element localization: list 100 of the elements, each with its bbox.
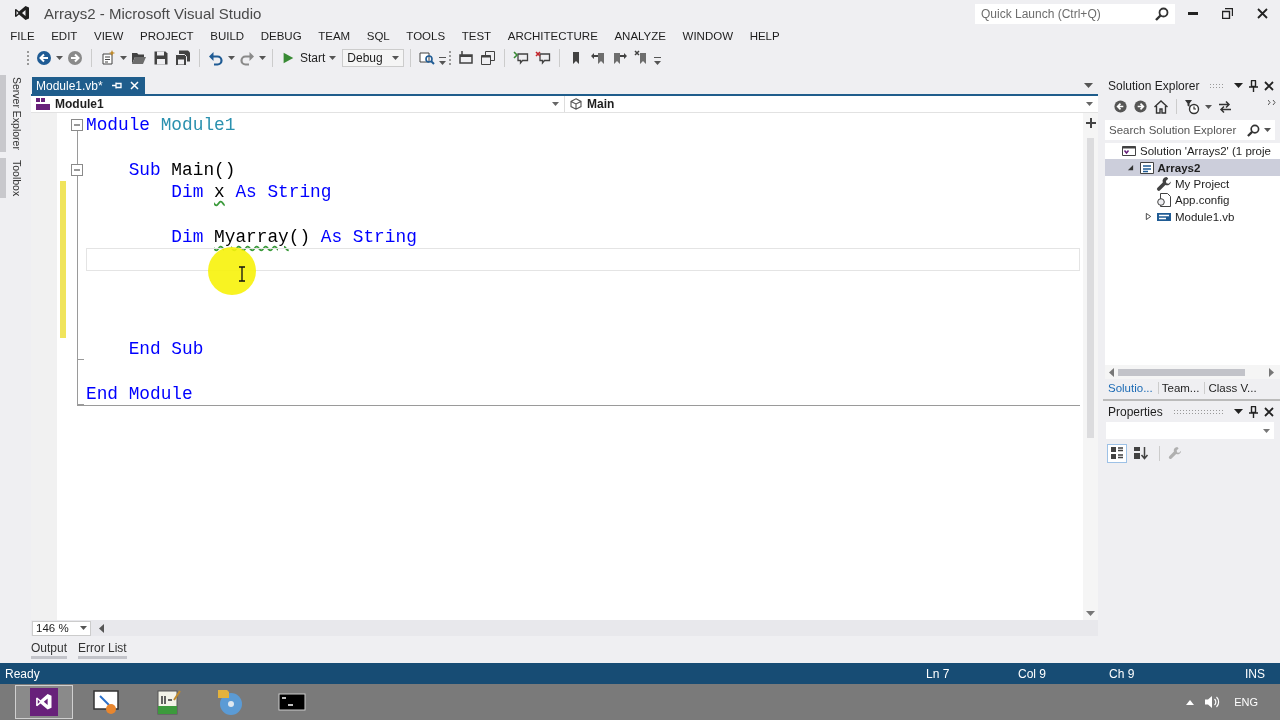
menu-item[interactable]: HELP [741, 30, 788, 42]
new-document-icon[interactable] [100, 50, 116, 66]
scroll-left-icon[interactable] [99, 623, 104, 633]
caret-icon[interactable] [56, 56, 63, 60]
tree-item[interactable]: My Project [1105, 175, 1280, 193]
speaker-icon[interactable] [1204, 695, 1221, 709]
member-dropdown[interactable]: Main [565, 96, 1098, 112]
uncomment-icon[interactable] [535, 50, 552, 66]
menu-item[interactable]: ANALYZE [606, 30, 675, 42]
start-button[interactable]: Start [279, 48, 328, 68]
home-icon[interactable] [1153, 98, 1169, 115]
logo-icon [13, 5, 31, 21]
caret-icon[interactable] [120, 56, 127, 60]
back-icon[interactable] [1113, 99, 1128, 114]
scroll-thumb[interactable] [1087, 138, 1094, 438]
menu-item[interactable]: TEST [453, 30, 500, 42]
menu-item[interactable]: VIEW [85, 30, 132, 42]
taskbar-button[interactable] [15, 685, 73, 719]
panel-tab[interactable]: Output [31, 641, 68, 659]
menu-item[interactable]: BUILD [201, 30, 253, 42]
folder-icon[interactable] [131, 50, 147, 66]
tree-item[interactable]: Solution 'Arrays2' (1 proje [1105, 143, 1280, 160]
logo-icon [30, 688, 58, 716]
type-dropdown[interactable]: Module1 [31, 96, 565, 112]
caret-icon[interactable] [1205, 104, 1212, 109]
caret-icon[interactable] [259, 56, 266, 60]
bookmark-back-icon[interactable] [590, 50, 607, 66]
windows-icon[interactable] [480, 50, 497, 66]
collapsed-arrow-icon[interactable] [1144, 212, 1152, 222]
menu-item[interactable]: PROJECT [131, 30, 202, 42]
menu-item[interactable]: ARCHITECTURE [499, 30, 607, 42]
side-tab[interactable]: Server Explorer [0, 75, 24, 152]
zoom-dropdown[interactable]: 146 % [32, 620, 91, 636]
panel-tab[interactable]: Class V... [1205, 382, 1262, 394]
caret-icon[interactable] [1264, 128, 1271, 132]
bookmark-forward-icon[interactable] [612, 50, 629, 66]
comment-icon[interactable] [513, 50, 530, 66]
overflow-icon[interactable] [439, 57, 447, 65]
clock-filter-icon[interactable] [1184, 98, 1200, 115]
caret-icon[interactable] [329, 56, 337, 60]
scroll-thumb[interactable] [1118, 368, 1245, 376]
close-icon[interactable] [1257, 7, 1268, 19]
caret-icon [1086, 102, 1093, 106]
grid-list-icon [1109, 445, 1125, 461]
caret-icon[interactable] [228, 56, 235, 60]
search-icon[interactable] [1155, 7, 1169, 21]
forward-icon[interactable] [1133, 99, 1148, 114]
panel-tab[interactable]: Error List [78, 641, 127, 659]
search-icon[interactable] [1247, 123, 1260, 137]
language-indicator[interactable]: ENG [1234, 696, 1258, 708]
quick-launch-field[interactable]: Quick Launch (Ctrl+Q) [975, 4, 1175, 24]
find-icon[interactable] [419, 50, 436, 66]
forward-icon[interactable] [67, 50, 83, 66]
redo-icon[interactable] [239, 50, 255, 66]
tree-item[interactable]: App.config [1105, 192, 1280, 209]
project-icon [1138, 159, 1155, 176]
collapse-icon[interactable] [71, 119, 83, 132]
overflow-icon[interactable] [654, 57, 662, 65]
caret-icon[interactable] [1234, 409, 1243, 414]
scroll-left-icon[interactable] [1109, 367, 1114, 377]
code-line: End Sub [127, 337, 205, 361]
categorized-view-button[interactable] [1107, 443, 1127, 463]
panel-tab[interactable]: Team... [1158, 382, 1206, 394]
undo-icon[interactable] [208, 50, 224, 66]
save-icon[interactable] [153, 50, 169, 66]
pin-icon[interactable] [1249, 405, 1258, 418]
split-icon[interactable] [1085, 118, 1096, 128]
menu-item[interactable]: EDIT [42, 30, 86, 42]
back-icon[interactable] [36, 50, 52, 66]
menu-item[interactable]: DEBUG [252, 30, 310, 42]
save-all-icon[interactable] [175, 50, 191, 66]
menu-item[interactable]: TEAM [309, 30, 359, 42]
close-icon[interactable] [1264, 80, 1274, 91]
menu-item[interactable]: WINDOW [674, 30, 742, 42]
caret-icon[interactable] [1084, 83, 1093, 88]
scroll-right-icon[interactable] [1269, 367, 1274, 377]
sync-icon[interactable] [1217, 98, 1233, 115]
overflow-icon[interactable] [1268, 100, 1276, 105]
restore-icon[interactable] [1222, 7, 1233, 19]
search-field[interactable]: Search Solution Explorer [1105, 120, 1275, 140]
menu-item[interactable]: FILE [2, 30, 43, 42]
menu-item[interactable]: TOOLS [398, 30, 454, 42]
side-tab[interactable]: Toolbox [0, 157, 24, 199]
tree-item[interactable]: Arrays2 [1105, 159, 1280, 176]
tree-item[interactable]: Module1.vb [1105, 208, 1280, 225]
caret-icon[interactable] [1234, 83, 1243, 88]
scroll-down-icon[interactable] [1086, 611, 1095, 616]
panel-tab[interactable]: Solutio... [1105, 382, 1159, 394]
configuration-dropdown[interactable]: Debug [342, 49, 405, 67]
collapse-icon[interactable] [71, 163, 83, 176]
grip-icon[interactable] [26, 50, 30, 66]
code-line: Sub Main() [127, 158, 237, 182]
minimize-icon[interactable] [1187, 11, 1198, 15]
pin-icon[interactable] [1249, 79, 1258, 92]
window-title: Arrays2 - Microsoft Visual Studio [44, 4, 262, 22]
menu-item[interactable]: SQL [358, 30, 399, 42]
close-icon[interactable] [1264, 406, 1274, 417]
expanded-arrow-icon[interactable] [1127, 164, 1134, 172]
show-hidden-icon[interactable] [1186, 699, 1195, 705]
window-icon[interactable] [458, 50, 475, 66]
